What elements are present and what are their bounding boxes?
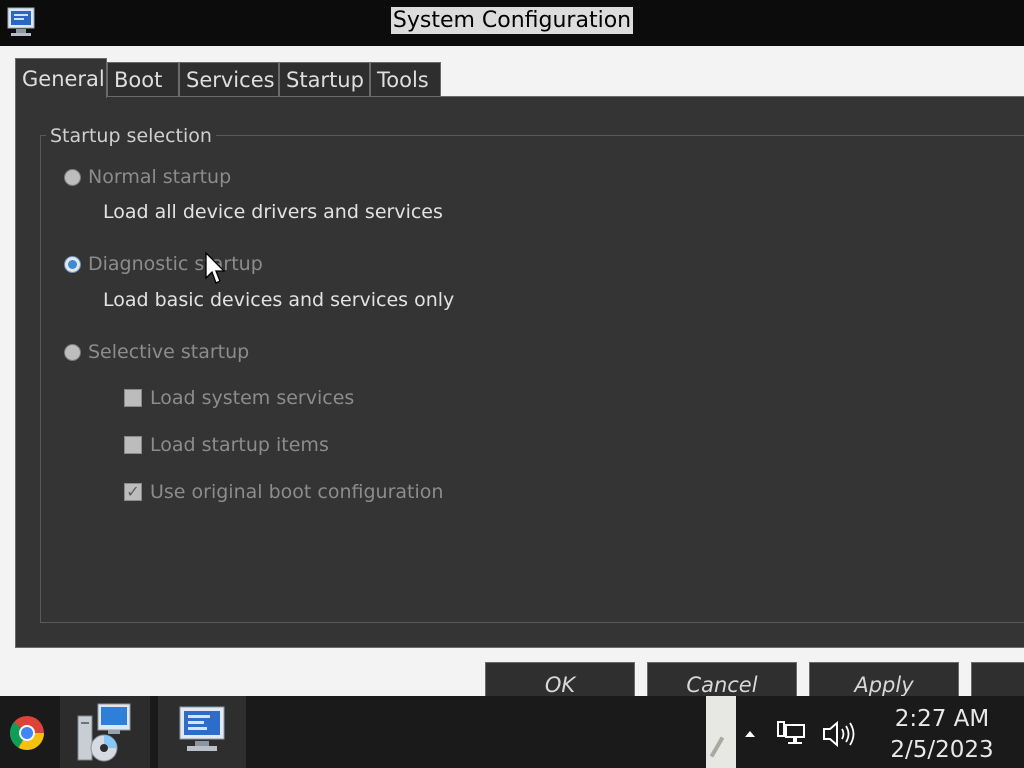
cancel-button[interactable]: Cancel [647,662,797,700]
taskbar-item-installer[interactable] [60,696,150,768]
normal-startup-description: Load all device drivers and services [103,201,443,223]
startup-selection-legend: Startup selection [46,125,216,147]
use-original-boot-configuration-label: Use original boot configuration [150,481,444,503]
checkbox-box[interactable] [124,389,142,407]
normal-startup-radio[interactable]: Normal startup [64,166,231,188]
installer-icon [77,703,131,762]
show-hidden-icons-arrow-icon[interactable] [744,730,756,738]
system-configuration-icon [179,706,225,751]
title-bar[interactable]: System Configuration [0,0,1024,46]
tab-startup[interactable]: Startup [279,62,370,96]
volume-icon[interactable] [822,720,856,748]
apply-button[interactable]: Apply [809,662,959,700]
diagnostic-startup-radio[interactable]: Diagnostic startup [64,253,263,275]
tab-general[interactable]: General [15,58,107,98]
tab-tools[interactable]: Tools [370,62,441,96]
window-title: System Configuration [390,7,634,34]
checkbox-box-checked[interactable]: ✓ [124,483,142,501]
normal-startup-label: Normal startup [88,166,232,188]
load-startup-items-label: Load startup items [150,434,329,456]
network-icon[interactable] [776,720,806,748]
checkbox-box[interactable] [124,436,142,454]
load-startup-items-checkbox[interactable]: Load startup items [124,434,329,456]
ok-button[interactable]: OK [485,662,635,700]
use-original-boot-configuration-checkbox[interactable]: ✓ Use original boot configuration [124,481,443,503]
clock-date[interactable]: 2/5/2023 [868,737,1016,763]
radio-indicator[interactable] [64,343,81,361]
radio-indicator-selected[interactable] [64,255,81,273]
diagnostic-startup-description: Load basic devices and services only [103,289,455,311]
selective-startup-radio[interactable]: Selective startup [64,341,249,363]
taskbar-scroll-handle[interactable] [706,696,736,768]
radio-indicator[interactable] [64,168,81,186]
clock-time[interactable]: 2:27 AM [868,706,1016,732]
mouse-cursor-icon [205,252,225,284]
selective-startup-label: Selective startup [88,341,250,363]
load-system-services-label: Load system services [150,387,355,409]
tab-boot[interactable]: Boot [107,62,179,96]
taskbar-item-system-configuration[interactable] [158,696,246,768]
tab-services[interactable]: Services [179,62,279,96]
general-tab-panel: Startup selection Normal startup Load al… [15,96,1024,648]
help-button[interactable] [971,662,1024,700]
system-configuration-icon[interactable] [6,6,36,38]
load-system-services-checkbox[interactable]: Load system services [124,387,354,409]
chrome-icon[interactable] [8,714,46,752]
system-configuration-window: System Configuration General Boot Servic… [0,0,1024,696]
diagnostic-startup-label: Diagnostic startup [88,253,263,275]
